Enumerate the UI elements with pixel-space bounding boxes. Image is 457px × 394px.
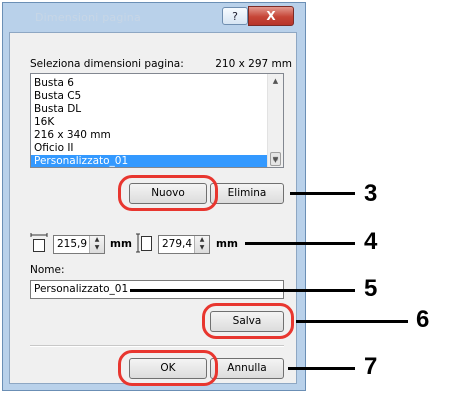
width-down-arrow-icon[interactable]: ▼ (90, 244, 104, 252)
scroll-up-arrow-icon[interactable]: ▲ (268, 74, 283, 88)
callout-6-line (296, 320, 408, 323)
width-icon (30, 233, 48, 252)
page-size-list-items: Busta 6 Busta C5 Busta DL 16K 216 x 340 mm Of… (31, 77, 269, 167)
list-item[interactable]: Busta 6 (31, 77, 269, 90)
list-item[interactable]: 216 x 340 mm (31, 129, 269, 142)
close-button[interactable]: X (248, 6, 294, 26)
list-item[interactable]: Personalizzato_01 (31, 155, 269, 167)
callout-7-line (288, 367, 355, 370)
width-value: 215,9 (57, 238, 88, 250)
height-stepper-arrows[interactable]: ▲ ▼ (194, 236, 209, 253)
height-up-arrow-icon[interactable]: ▲ (195, 236, 209, 244)
cancel-button[interactable]: Annulla (210, 358, 284, 379)
width-stepper[interactable]: 215,9 ▲ ▼ (53, 235, 105, 254)
callout-5-line (130, 289, 355, 292)
width-stepper-arrows[interactable]: ▲ ▼ (89, 236, 104, 253)
callout-3-line (290, 192, 355, 195)
callout-3-highlight (118, 175, 218, 211)
height-down-arrow-icon[interactable]: ▼ (195, 244, 209, 252)
page-size-list[interactable]: Busta 6 Busta C5 Busta DL 16K 216 x 340 mm Of… (30, 73, 284, 168)
list-item[interactable]: Busta DL (31, 103, 269, 116)
help-button[interactable]: ? (222, 7, 248, 25)
dialog-separator (30, 345, 284, 347)
page-size-label: Seleziona dimensioni pagina: (30, 58, 184, 70)
width-unit: mm (110, 238, 132, 250)
list-item[interactable]: Oficio II (31, 142, 269, 155)
page-size-label-row: Seleziona dimensioni pagina: 210 x 297 m… (30, 58, 292, 70)
height-value: 279,4 (162, 238, 193, 250)
callout-4-number: 4 (364, 228, 378, 255)
callout-5-number: 5 (364, 275, 378, 302)
callout-6-number: 6 (416, 306, 430, 333)
height-stepper[interactable]: 279,4 ▲ ▼ (158, 235, 210, 254)
callout-3-number: 3 (364, 180, 378, 207)
width-up-arrow-icon[interactable]: ▲ (90, 236, 104, 244)
callout-7-highlight (118, 350, 218, 386)
list-scrollbar[interactable]: ▲ ≡ ▼ (267, 74, 283, 167)
list-item[interactable]: Busta C5 (31, 90, 269, 103)
callout-6-highlight (202, 303, 294, 339)
height-unit: mm (216, 238, 238, 250)
delete-button[interactable]: Elimina (210, 183, 284, 204)
dialog-title: Dimensioni pagina (35, 11, 141, 24)
callout-7-number: 7 (364, 353, 378, 380)
list-item[interactable]: 16K (31, 116, 269, 129)
callout-4-line (245, 242, 355, 245)
name-label: Nome: (30, 264, 65, 276)
scroll-down-arrow-icon[interactable]: ▼ (268, 153, 283, 167)
title-bar: Dimensioni pagina ? X (3, 3, 305, 33)
page-size-current: 210 x 297 mm (215, 58, 292, 70)
height-icon (136, 233, 152, 253)
